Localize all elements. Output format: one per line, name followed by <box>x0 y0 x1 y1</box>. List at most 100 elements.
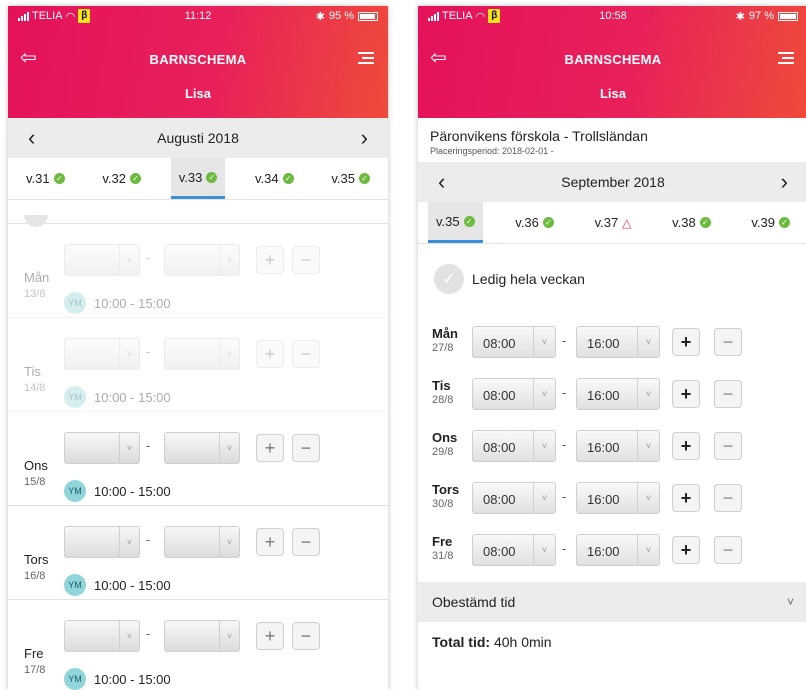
caret-down-icon: ˅ <box>119 245 139 275</box>
start-time-select[interactable]: 08:00 ˅ <box>472 378 556 410</box>
start-time-select[interactable]: ˅ <box>64 244 140 276</box>
end-time-select[interactable]: 16:00 ˅ <box>576 482 660 514</box>
hamburger-menu-icon[interactable] <box>778 52 794 67</box>
add-time-button[interactable]: + <box>672 328 700 356</box>
week-tab-33[interactable]: v.33 ✓ <box>170 158 226 199</box>
start-time-select[interactable]: 08:00 ˅ <box>472 430 556 462</box>
week-tabs: v.35 ✓ v.36 ✓ v.37 △ v.38 ✓ v.39 ✓ <box>418 202 806 244</box>
week-tab-31[interactable]: v.31 ✓ <box>18 158 73 199</box>
range-dash: - <box>562 489 567 504</box>
start-time-select[interactable]: 08:00 ˅ <box>472 482 556 514</box>
status-time: 11:12 <box>184 10 212 22</box>
undetermined-time-section[interactable]: Obestämd tid ˅ <box>418 582 806 622</box>
day-name: Tors <box>24 552 49 567</box>
back-icon[interactable]: ⇦ <box>430 48 447 68</box>
remove-time-button[interactable]: − <box>292 622 320 650</box>
end-time-select[interactable]: 16:00 ˅ <box>576 326 660 358</box>
week-tab-37[interactable]: v.37 △ <box>587 202 640 243</box>
add-time-button[interactable]: + <box>256 528 284 556</box>
remove-time-button[interactable]: − <box>714 328 742 356</box>
remove-time-button[interactable]: − <box>292 434 320 462</box>
range-dash: - <box>562 437 567 452</box>
day-row-mon: Mån 13/8 ˅ - ˅ + − YM 10:00 - 15:00 <box>8 224 388 318</box>
caret-down-icon: ˅ <box>637 483 659 513</box>
end-time-select[interactable]: 16:00 ˅ <box>576 430 660 462</box>
start-time-select[interactable]: ˅ <box>64 432 140 464</box>
week-tab-36[interactable]: v.36 ✓ <box>507 202 562 243</box>
avatar: YM <box>64 668 86 690</box>
battery-icon <box>358 11 378 21</box>
total-time-value: 40h 0min <box>493 634 552 650</box>
add-time-button[interactable]: + <box>256 340 284 368</box>
remove-time-button[interactable]: − <box>714 380 742 408</box>
add-time-button[interactable]: + <box>256 246 284 274</box>
caret-down-icon: ˅ <box>637 535 659 565</box>
bluetooth-icon: ✱ <box>735 10 745 23</box>
caret-down-icon: ˅ <box>119 621 139 651</box>
end-time-select[interactable]: ˅ <box>164 244 240 276</box>
start-time-select[interactable]: ˅ <box>64 526 140 558</box>
add-time-button[interactable]: + <box>256 434 284 462</box>
end-time-select[interactable]: ˅ <box>164 432 240 464</box>
end-time-select[interactable]: ˅ <box>164 526 240 558</box>
back-icon[interactable]: ⇦ <box>20 48 37 68</box>
remove-time-button[interactable]: − <box>714 432 742 460</box>
day-name: Fre <box>432 534 453 549</box>
prev-month-button[interactable]: ‹ <box>28 127 35 149</box>
caret-down-icon: ˅ <box>533 327 555 357</box>
week-tab-38[interactable]: v.38 ✓ <box>664 202 719 243</box>
chevron-down-icon: ˅ <box>786 595 794 609</box>
start-time-select[interactable]: 08:00 ˅ <box>472 534 556 566</box>
app-title: BARNSCHEMA <box>149 51 247 67</box>
add-time-button[interactable]: + <box>672 380 700 408</box>
week-tab-34[interactable]: v.34 ✓ <box>247 158 302 199</box>
end-time-select[interactable]: ˅ <box>164 620 240 652</box>
next-month-button[interactable]: › <box>361 127 368 149</box>
phone-screen-left: TELIA ◠ β 11:12 ✱ 95 % ⇦ BARNSCHEMA Lisa… <box>8 6 388 690</box>
end-time-select[interactable]: ˅ <box>164 338 240 370</box>
app-header: TELIA ◠ β 11:12 ✱ 95 % ⇦ BARNSCHEMA Lisa <box>8 6 388 118</box>
month-label: September 2018 <box>561 174 665 190</box>
remove-time-button[interactable]: − <box>292 246 320 274</box>
end-time-select[interactable]: 16:00 ˅ <box>576 534 660 566</box>
bluetooth-icon: ✱ <box>315 10 325 23</box>
week-tab-32[interactable]: v.32 ✓ <box>94 158 149 199</box>
add-time-button[interactable]: + <box>672 536 700 564</box>
start-time-select[interactable]: ˅ <box>64 338 140 370</box>
remove-time-button[interactable]: − <box>292 528 320 556</box>
battery-percent: 97 % <box>748 10 774 22</box>
day-row-fri: Fre 31/8 08:00 ˅ - 16:00 ˅ + − <box>418 522 806 574</box>
week-tab-35[interactable]: v.35 ✓ <box>323 158 378 199</box>
add-time-button[interactable]: + <box>256 622 284 650</box>
signal-icon <box>18 11 29 21</box>
child-name: Lisa <box>184 86 211 101</box>
remove-time-button[interactable]: − <box>714 536 742 564</box>
end-time-select[interactable]: 16:00 ˅ <box>576 378 660 410</box>
booking-time: 10:00 - 15:00 <box>94 389 171 405</box>
remove-time-button[interactable]: − <box>714 484 742 512</box>
wifi-icon: ◠ <box>475 10 486 23</box>
signal-icon <box>428 11 439 21</box>
remove-time-button[interactable]: − <box>292 340 320 368</box>
day-row-tue: Tis 28/8 08:00 ˅ - 16:00 ˅ + − <box>418 366 806 418</box>
check-icon: ✓ <box>542 217 554 228</box>
day-name: Ons <box>432 430 458 445</box>
start-time-select[interactable]: 08:00 ˅ <box>472 326 556 358</box>
battery-icon <box>778 11 798 21</box>
day-row-thu: Tors 16/8 ˅ - ˅ + − YM 10:00 - 15:00 <box>8 506 388 600</box>
add-time-button[interactable]: + <box>672 484 700 512</box>
add-time-button[interactable]: + <box>672 432 700 460</box>
caret-down-icon: ˅ <box>219 245 239 275</box>
prev-month-button[interactable]: ‹ <box>438 171 445 193</box>
week-tab-39[interactable]: v.39 ✓ <box>743 202 798 243</box>
range-dash: - <box>146 532 151 547</box>
next-month-button[interactable]: › <box>781 171 788 193</box>
app-header: TELIA ◠ β 10:58 ✱ 97 % ⇦ BARNSCHEMA Lisa <box>418 6 806 118</box>
hamburger-menu-icon[interactable] <box>358 52 374 67</box>
day-name: Tis <box>432 378 451 393</box>
free-week-toggle[interactable]: ✓ Ledig hela veckan <box>418 244 806 314</box>
beta-badge: β <box>488 9 501 23</box>
start-time-select[interactable]: ˅ <box>64 620 140 652</box>
week-tab-35[interactable]: v.35 ✓ <box>428 202 483 243</box>
day-row-fri: Fre 17/8 ˅ - ˅ + − YM 10:00 - 15:00 <box>8 600 388 690</box>
